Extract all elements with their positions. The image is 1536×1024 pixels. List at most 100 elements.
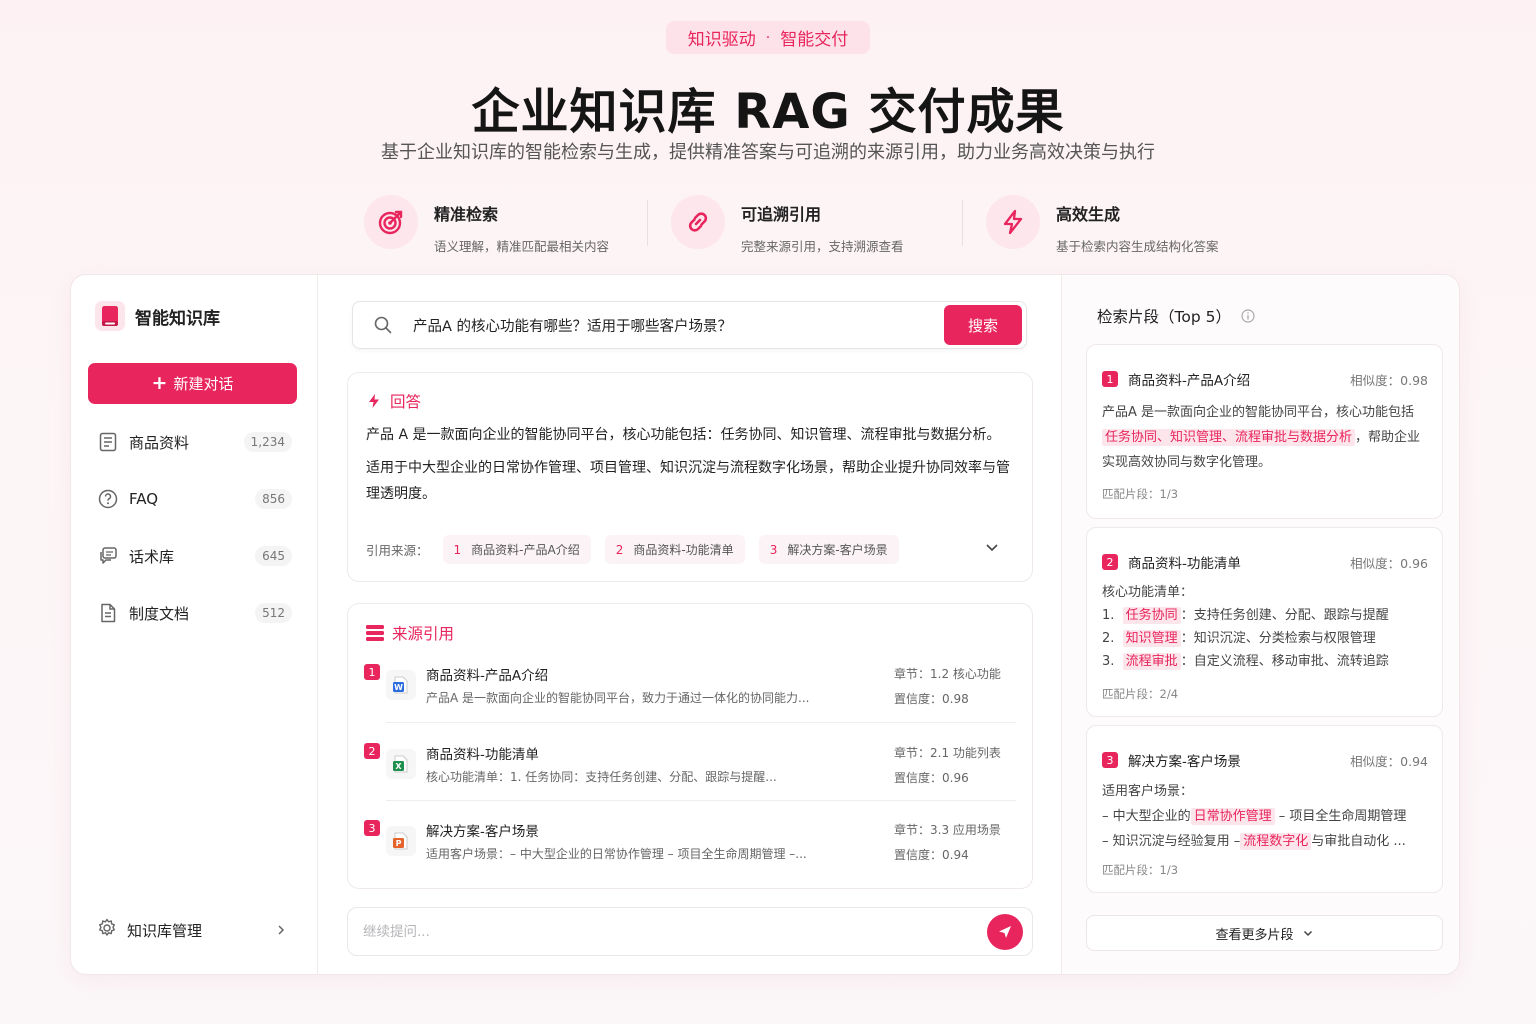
- source-number: 1: [364, 664, 380, 680]
- fragment-text: – 中大型企业的: [1102, 809, 1191, 824]
- feature-title: 可追溯引用: [741, 205, 822, 224]
- fragment-header: 2 商品资料-功能清单: [1102, 552, 1241, 572]
- fragment-title: 商品资料-功能清单: [1128, 556, 1241, 572]
- fragment-card[interactable]: 3 解决方案-客户场景 相似度：0.94 适用客户场景： – 中大型企业的 日常协…: [1086, 725, 1443, 893]
- sidebar-item-product[interactable]: 商品资料 1,234: [97, 427, 292, 457]
- source-confidence: 置信度：0.96: [894, 771, 969, 785]
- divider: [386, 722, 1016, 723]
- citation-chip[interactable]: 2 商品资料-功能清单: [604, 535, 745, 564]
- source-item[interactable]: 3 P 解决方案-客户场景 适用客户场景：– 中大型企业的日常协作管理 – 项目…: [364, 820, 1016, 896]
- sidebar-item-scripts[interactable]: 话术库 645: [97, 541, 292, 571]
- fragment-text: – 项目全生命周期管理: [1274, 809, 1407, 824]
- source-chapter: 章节：2.1 功能列表: [894, 746, 1001, 760]
- fragment-text: ，帮助企业: [1355, 430, 1421, 445]
- sidebar-item-policy[interactable]: 制度文档 512: [97, 598, 292, 628]
- hero: 知识驱动 · 智能交付 企业知识库 RAG 交付成果 基于企业知识库的智能检索与…: [0, 0, 1536, 270]
- count-badge: 645: [255, 546, 292, 566]
- search-button[interactable]: 搜索: [944, 305, 1022, 345]
- fragments-title: 检索片段（Top 5）: [1097, 308, 1231, 326]
- highlight: 日常协作管理: [1190, 808, 1275, 825]
- chevron-down-icon: [1303, 930, 1312, 937]
- question-circle-icon: [97, 488, 119, 510]
- source-chapter: 章节：3.3 应用场景: [894, 823, 1001, 837]
- fragment-card[interactable]: 2 商品资料-功能清单 相似度：0.96 核心功能清单： 1. 任务协同 ：支持任…: [1086, 527, 1443, 717]
- fragment-line: 任务协同、知识管理、流程审批与数据分析 ，帮助企业: [1102, 425, 1420, 450]
- fragment-line: 核心功能清单：: [1102, 585, 1194, 600]
- feature-traceable-citation: 可追溯引用 完整来源引用，支持溯源查看: [671, 195, 904, 254]
- list-index: 2.: [1102, 631, 1115, 646]
- search-input[interactable]: [413, 317, 944, 333]
- fragment-card[interactable]: 1 商品资料-产品A介绍 相似度：0.98 产品A 是一款面向企业的智能协同平台…: [1086, 344, 1443, 519]
- match-count: 匹配片段：1/3: [1102, 487, 1179, 501]
- source-chapter: 章节：1.2 核心功能: [894, 667, 1001, 681]
- sidebar-item-faq[interactable]: FAQ 856: [97, 484, 292, 514]
- fragment-body: 适用客户场景： – 中大型企业的 日常协作管理 – 项目全生命周期管理 – 知识沉…: [1102, 779, 1406, 854]
- sidebar: 智能知识库 + 新建对话 商品资料 1,234 FAQ 856 话术库 645 …: [71, 275, 318, 974]
- count-badge: 1,234: [243, 432, 292, 452]
- fragment-line: – 知识沉淀与经验复用 – 流程数字化 与审批自动化 ...: [1102, 829, 1406, 854]
- source-item[interactable]: 2 X 商品资料-功能清单 核心功能清单：1. 任务协同：支持任务创建、分配、跟…: [364, 743, 1016, 819]
- sidebar-item-label: 话术库: [129, 547, 175, 566]
- chevron-down-icon[interactable]: [984, 539, 1000, 555]
- citation-chip[interactable]: 1 商品资料-产品A介绍: [442, 535, 591, 564]
- fragment-line: 实现高效协同与数字化管理。: [1102, 455, 1272, 470]
- sidebar-item-label: 制度文档: [129, 604, 190, 623]
- word-file-icon: W: [386, 670, 416, 700]
- fragment-body: 核心功能清单： 1. 任务协同 ：支持任务创建、分配、跟踪与提醒 2. 知识管理：…: [1102, 581, 1389, 673]
- citation-text: 解决方案-客户场景: [787, 543, 888, 557]
- source-title: 解决方案-客户场景: [426, 824, 539, 840]
- gear-icon: [97, 918, 117, 942]
- tag-dot: ·: [765, 29, 771, 46]
- source-confidence: 置信度：0.98: [894, 692, 969, 706]
- match-count: 匹配片段：2/4: [1102, 687, 1179, 701]
- source-title: 商品资料-产品A介绍: [426, 668, 549, 684]
- answer-title: 回答: [390, 393, 422, 411]
- new-chat-button[interactable]: + 新建对话: [88, 363, 297, 404]
- citation-chip[interactable]: 3 解决方案-客户场景: [758, 535, 899, 564]
- fragment-line: 产品A 是一款面向企业的智能协同平台，核心功能包括: [1102, 405, 1415, 420]
- citation-number: 3: [769, 542, 778, 557]
- answer-paragraph: 适用于中大型企业的日常协作管理、项目管理、知识沉淀与流程数字化场景，帮助企业提升…: [366, 460, 1010, 502]
- count-badge: 512: [255, 603, 292, 623]
- list-text: ：自定义流程、移动审批、流转追踪: [1180, 654, 1389, 669]
- source-item[interactable]: 1 W 商品资料-产品A介绍 产品A 是一款面向企业的智能协同平台，致力于通过一…: [364, 664, 1016, 740]
- fragment-title: 解决方案-客户场景: [1128, 754, 1241, 770]
- send-button[interactable]: [987, 913, 1023, 950]
- sidebar-item-label: 商品资料: [129, 433, 190, 452]
- lightning-icon: [986, 195, 1040, 249]
- fragment-body: 产品A 是一款面向企业的智能协同平台，核心功能包括 任务协同、知识管理、流程审批…: [1102, 400, 1420, 475]
- feature-efficient-generation: 高效生成 基于检索内容生成结构化答案: [986, 195, 1219, 254]
- citation-number: 1: [453, 542, 462, 557]
- highlight: 知识管理: [1122, 630, 1181, 647]
- info-icon[interactable]: [1241, 309, 1255, 323]
- chevron-right-icon: [278, 925, 285, 935]
- feature-desc: 语义理解，精准匹配最相关内容: [434, 239, 610, 254]
- fragment-title: 商品资料-产品A介绍: [1128, 373, 1251, 389]
- citation-text: 商品资料-功能清单: [633, 543, 734, 557]
- followup-input[interactable]: [363, 923, 987, 940]
- kb-manage-link[interactable]: 知识库管理: [97, 915, 287, 945]
- fragment-text: – 知识沉淀与经验复用 –: [1102, 834, 1241, 849]
- citation-label: 引用来源：: [366, 543, 429, 558]
- list-item: 1. 任务协同 ：支持任务创建、分配、跟踪与提醒: [1102, 604, 1389, 627]
- stack-icon: [366, 625, 384, 641]
- match-count: 匹配片段：1/3: [1102, 863, 1179, 877]
- page-subtitle: 基于企业知识库的智能检索与生成，提供精准答案与可追溯的来源引用，助力业务高效决策…: [381, 142, 1155, 163]
- count-badge: 856: [255, 489, 292, 509]
- feature-title: 精准检索: [434, 205, 499, 224]
- sources-card: 来源引用 1 W 商品资料-产品A介绍 产品A 是一款面向企业的智能协同平台，致…: [347, 603, 1033, 889]
- answer-card: 回答 产品 A 是一款面向企业的智能协同平台，核心功能包括：任务协同、知识管理、…: [347, 372, 1033, 582]
- target-icon: [364, 195, 418, 249]
- sources-title: 来源引用: [392, 625, 455, 643]
- list-item: 3. 流程审批 ：自定义流程、移动审批、流转追踪: [1102, 650, 1389, 673]
- fragment-number: 1: [1102, 371, 1118, 387]
- document-list-icon: [97, 431, 119, 453]
- excel-file-icon: X: [386, 749, 416, 779]
- list-item: 2. 知识管理 ：知识沉淀、分类检索与权限管理: [1102, 627, 1389, 650]
- fragment-line: – 中大型企业的 日常协作管理 – 项目全生命周期管理: [1102, 804, 1406, 829]
- new-chat-label: 新建对话: [173, 375, 234, 393]
- citation-text: 商品资料-产品A介绍: [471, 543, 580, 557]
- view-more-button[interactable]: 查看更多片段: [1086, 915, 1443, 951]
- kb-manage-label: 知识库管理: [127, 921, 203, 940]
- page-title: 企业知识库 RAG 交付成果: [471, 84, 1065, 140]
